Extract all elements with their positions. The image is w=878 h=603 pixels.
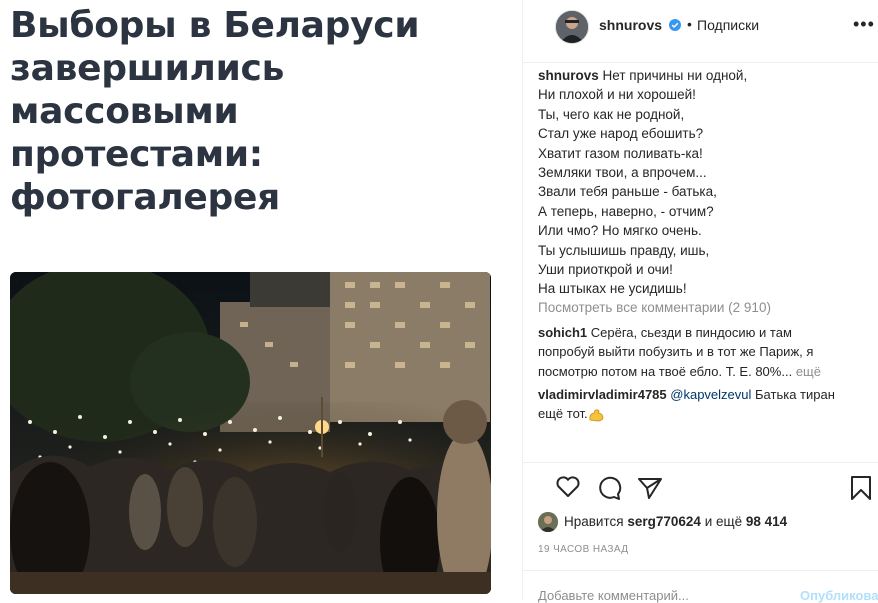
article-title: Выборы в Беларуси завершились массовыми … bbox=[10, 4, 515, 219]
caption-line: Или чмо? Но мягко очень. bbox=[538, 223, 702, 239]
article-title-line: Выборы в Беларуси bbox=[10, 5, 420, 46]
verified-icon bbox=[669, 19, 681, 31]
caption-line: Хватит газом поливать-ка! bbox=[538, 145, 703, 161]
caption-username[interactable]: shnurovs bbox=[538, 68, 599, 83]
caption-line: А теперь, наверно, - отчим? bbox=[538, 203, 714, 219]
comment-mention[interactable]: @kapvelzevul bbox=[670, 387, 751, 402]
comment-text: посмотрю потом на твоё ебло. Т. Е. 80%..… bbox=[538, 363, 793, 379]
caption-line: На штыках не усидишь! bbox=[538, 281, 687, 297]
caption-line: Уши приоткрой и очи! bbox=[538, 262, 673, 278]
heart-icon[interactable] bbox=[555, 475, 581, 499]
article-panel: Выборы в Беларуси завершились массовыми … bbox=[0, 0, 522, 600]
caption-line: Звали тебя раньше - батька, bbox=[538, 184, 717, 200]
comment: vladimirvladimir4785 @kapvelzevul Батька… bbox=[538, 385, 868, 424]
add-comment-input[interactable]: Добавьте комментарий... bbox=[538, 588, 689, 603]
likes-prefix: Нравится bbox=[564, 514, 624, 529]
liker-avatar[interactable] bbox=[538, 512, 558, 532]
caption-line: Ни плохой и ни хорошей! bbox=[538, 87, 696, 103]
flexed-biceps-icon bbox=[589, 409, 604, 422]
caption-line: Земляки твои, а впрочем... bbox=[538, 165, 707, 181]
divider bbox=[523, 462, 878, 463]
following-button[interactable]: Подписки bbox=[697, 17, 759, 33]
comment-text: ещё тот. bbox=[538, 406, 588, 422]
comment-username[interactable]: vladimirvladimir4785 bbox=[538, 387, 667, 402]
post-caption: shnurovs Нет причины ни одной, Ни плохой… bbox=[538, 66, 868, 299]
share-icon[interactable] bbox=[637, 476, 663, 500]
comment: sohich1 Серёга, сьезди в пиндосию и там … bbox=[538, 323, 868, 381]
post-header: shnurovs • Подписки ••• bbox=[523, 0, 878, 63]
protest-photo bbox=[10, 272, 491, 594]
publish-button[interactable]: Опубликовать bbox=[800, 588, 878, 603]
caption-line: Нет причины ни одной, bbox=[602, 68, 748, 83]
comment-username[interactable]: sohich1 bbox=[538, 325, 587, 340]
article-title-line: завершились bbox=[10, 48, 285, 89]
comment-icon[interactable] bbox=[596, 475, 622, 501]
more-options-icon[interactable]: ••• bbox=[853, 14, 875, 35]
post-timestamp[interactable]: 19 ЧАСОВ НАЗАД bbox=[538, 544, 628, 555]
comment-more-link[interactable]: ещё bbox=[796, 364, 821, 379]
caption-line: Стал уже народ ебошить? bbox=[538, 126, 704, 142]
article-title-line: фотогалерея bbox=[10, 177, 280, 218]
comment-text: Батька тиран bbox=[755, 387, 835, 402]
comment-text: Серёга, сьезди в пиндосию и там bbox=[590, 325, 792, 340]
likes-middle: и ещё bbox=[704, 514, 743, 529]
bookmark-icon[interactable] bbox=[850, 475, 872, 501]
article-title-line: массовыми bbox=[10, 91, 239, 132]
comment-text: попробуй выйти побузить и в тот же Париж… bbox=[538, 344, 814, 360]
likes-count[interactable]: 98 414 bbox=[746, 514, 787, 529]
caption-line: Ты, чего как не родной, bbox=[538, 106, 685, 122]
header-dot: • bbox=[687, 16, 692, 32]
caption-line: Ты услышишь правду, ишь, bbox=[538, 242, 710, 258]
likes-text: Нравится serg770624 и ещё 98 414 bbox=[564, 514, 787, 529]
instagram-post: shnurovs • Подписки ••• shnurovs Нет при… bbox=[522, 0, 878, 603]
view-all-comments-link[interactable]: Посмотреть все комментарии (2 910) bbox=[538, 300, 771, 315]
article-title-line: протестами: bbox=[10, 134, 263, 175]
liker-username[interactable]: serg770624 bbox=[627, 514, 701, 529]
post-username[interactable]: shnurovs bbox=[599, 17, 662, 33]
divider bbox=[523, 570, 878, 571]
avatar[interactable] bbox=[555, 10, 589, 44]
